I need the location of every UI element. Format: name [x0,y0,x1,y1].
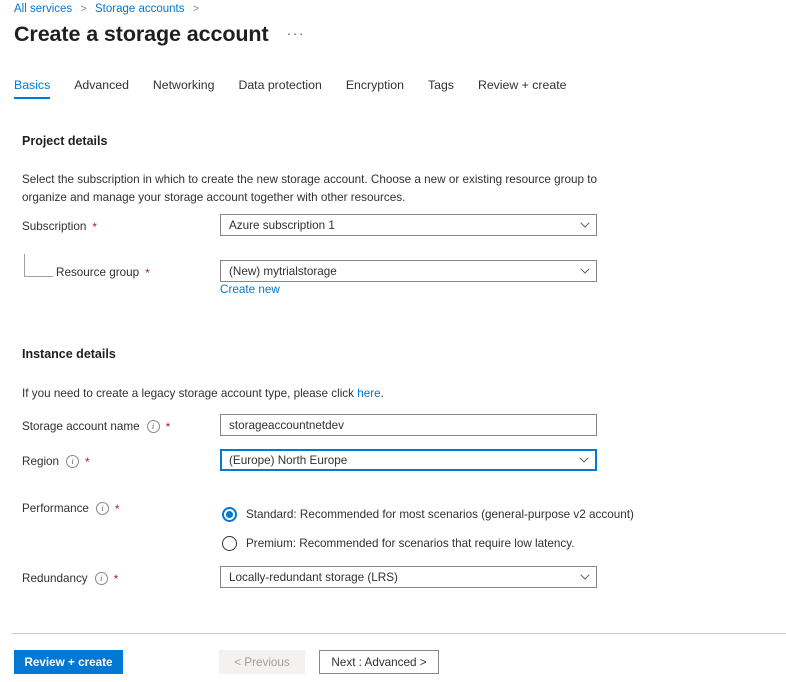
section-heading-project-details: Project details [22,134,108,148]
storage-account-name-label: Storage account name * [22,420,170,433]
tab-tags[interactable]: Tags [428,78,454,99]
chevron-down-icon [574,573,596,581]
chevron-down-icon [573,456,595,464]
radio-standard-icon[interactable] [222,507,237,522]
info-icon[interactable] [66,455,80,468]
tab-networking[interactable]: Networking [153,78,215,99]
subscription-label: Subscription * [22,220,97,233]
performance-option-premium-label: Premium: Recommended for scenarios that … [246,537,575,550]
chevron-down-icon [574,221,596,229]
region-value: (Europe) North Europe [229,453,348,467]
previous-button: < Previous [219,650,305,674]
info-icon[interactable] [94,572,108,585]
subscription-value: Azure subscription 1 [229,218,335,232]
section-heading-instance-details: Instance details [22,347,116,361]
redundancy-dropdown[interactable]: Locally-redundant storage (LRS) [220,566,597,588]
performance-required-asterisk: * [114,501,120,516]
region-required-asterisk: * [85,454,90,469]
subscription-required-asterisk: * [92,219,97,234]
page-header: Create a storage account ··· [14,22,305,47]
performance-label: Performance * [22,502,120,515]
info-icon[interactable] [95,502,109,515]
legacy-storage-here-link[interactable]: here [357,387,380,400]
performance-option-standard-label: Standard: Recommended for most scenarios… [246,508,634,521]
resource-group-label: Resource group * [56,266,150,279]
resource-group-label-text: Resource group [56,266,140,279]
review-create-button[interactable]: Review + create [14,650,123,674]
breadcrumb-separator-icon-2: > [192,3,200,15]
info-icon[interactable] [146,420,160,433]
performance-option-premium[interactable]: Premium: Recommended for scenarios that … [222,536,574,551]
resource-group-tree-connector [24,254,53,277]
performance-label-text: Performance [22,502,89,515]
tab-basics[interactable]: Basics [14,78,51,99]
storage-account-name-value: storageaccountnetdev [229,418,345,432]
radio-premium-icon[interactable] [222,536,237,551]
region-label-text: Region [22,455,60,468]
create-new-resource-group-link[interactable]: Create new [220,283,280,296]
resource-group-dropdown[interactable]: (New) mytrialstorage [220,260,597,282]
storage-account-name-label-text: Storage account name [22,420,140,433]
redundancy-label-text: Redundancy [22,572,88,585]
breadcrumb-item-storage-accounts[interactable]: Storage accounts [95,3,185,15]
tab-data-protection[interactable]: Data protection [238,78,321,99]
redundancy-value: Locally-redundant storage (LRS) [229,570,398,584]
legacy-note-suffix: . [380,387,384,400]
subscription-label-text: Subscription [22,220,87,233]
section-description-instance-details: If you need to create a legacy storage a… [22,385,597,403]
storage-account-name-input[interactable]: storageaccountnetdev [220,414,597,436]
breadcrumb: All services > Storage accounts > [14,3,204,15]
performance-option-standard[interactable]: Standard: Recommended for most scenarios… [222,507,634,522]
redundancy-required-asterisk: * [113,571,119,586]
region-dropdown[interactable]: (Europe) North Europe [220,449,597,471]
redundancy-label: Redundancy * [22,572,118,585]
subscription-dropdown[interactable]: Azure subscription 1 [220,214,597,236]
tab-encryption[interactable]: Encryption [346,78,404,99]
resource-group-value: (New) mytrialstorage [229,264,337,278]
chevron-down-icon [574,267,596,275]
next-advanced-button[interactable]: Next : Advanced > [319,650,439,674]
more-options-icon[interactable]: ··· [287,26,306,40]
footer-divider [12,633,786,634]
storage-account-name-required-asterisk: * [165,419,171,434]
section-description-project-details: Select the subscription in which to crea… [22,173,597,204]
breadcrumb-item-all-services[interactable]: All services [14,3,72,15]
legacy-note-prefix: If you need to create a legacy storage a… [22,387,358,400]
page-title: Create a storage account [14,22,269,46]
region-label: Region * [22,455,90,468]
tab-advanced[interactable]: Advanced [74,78,129,99]
tab-review-create[interactable]: Review + create [478,78,567,99]
tab-bar: Basics Advanced Networking Data protecti… [14,78,590,99]
resource-group-required-asterisk: * [145,265,150,280]
breadcrumb-separator-icon: > [80,3,87,15]
